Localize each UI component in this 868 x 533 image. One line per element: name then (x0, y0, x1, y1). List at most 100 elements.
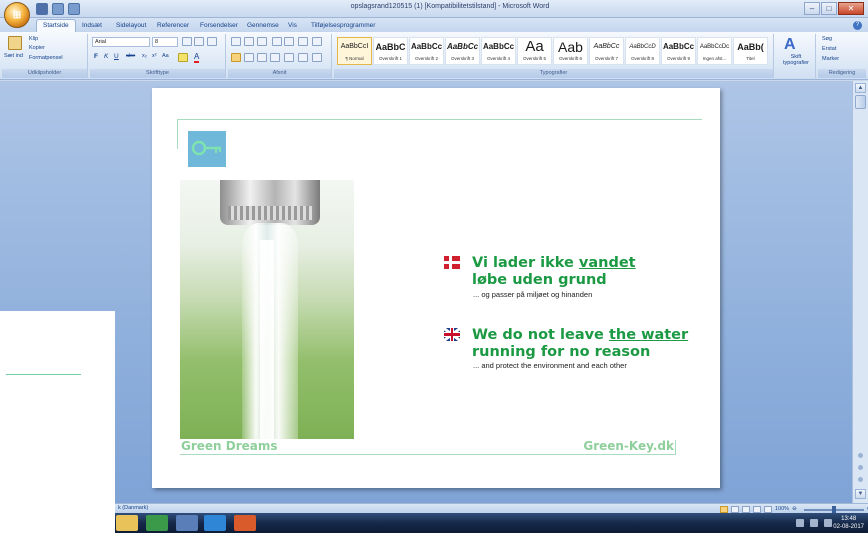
change-styles-icon[interactable]: A (784, 36, 796, 54)
print-layout-icon[interactable] (720, 506, 728, 513)
style-option[interactable]: AaBbCcDc Ingen afst... (697, 37, 732, 65)
strikethrough-icon[interactable]: abe (126, 53, 135, 59)
line-spacing-icon[interactable] (284, 53, 294, 62)
highlight-icon[interactable] (178, 53, 188, 62)
find-button[interactable]: Søg (822, 36, 832, 42)
bold-icon[interactable]: F (94, 53, 98, 60)
network-icon[interactable] (810, 519, 818, 527)
shrink-font-icon[interactable] (194, 37, 204, 46)
bullets-icon[interactable] (231, 37, 241, 46)
powerpoint-icon[interactable] (234, 515, 256, 531)
office-button[interactable]: ⊞ (4, 2, 30, 28)
draft-view-icon[interactable] (764, 506, 772, 513)
clock-date: 02-08-2017 (833, 524, 864, 530)
pilcrow-icon[interactable] (312, 37, 322, 46)
redo-icon[interactable] (68, 3, 80, 15)
scroll-thumb[interactable] (855, 95, 866, 109)
browse-object-icon[interactable] (858, 465, 863, 470)
danish-underlined-word: vandet (578, 255, 636, 271)
key-logo (188, 131, 226, 167)
numbering-icon[interactable] (244, 37, 254, 46)
skype-icon[interactable] (204, 515, 226, 531)
full-screen-reading-icon[interactable] (731, 506, 739, 513)
style-option[interactable]: Aa Overskrift 5 (517, 37, 552, 65)
shading-icon[interactable] (298, 53, 308, 62)
subscript-icon[interactable]: x₂ (142, 53, 147, 59)
font-group-label: Skrifttype (90, 69, 225, 78)
taskbar: 13:48 02-08-2017 (0, 513, 868, 533)
change-styles-button[interactable]: Skift typografier (778, 54, 814, 66)
language-status[interactable]: k (Danmark) (118, 504, 148, 513)
tab-referencer[interactable]: Referencer (157, 20, 189, 32)
flag-icon[interactable] (796, 519, 804, 527)
change-case-icon[interactable]: Aa (162, 53, 169, 59)
style-option[interactable]: AaBbCcI ¶ Normal (337, 37, 372, 65)
copy-button[interactable]: Kopier (29, 45, 45, 51)
font-color-icon[interactable]: A (194, 52, 200, 63)
format-painter-button[interactable]: Formatpensel (29, 55, 63, 61)
tab-sidelayout[interactable]: Sidelayout (116, 20, 146, 32)
paste-icon[interactable] (8, 36, 22, 50)
web-layout-icon[interactable] (742, 506, 750, 513)
style-option[interactable]: AaBbCc Overskrift 3 (445, 37, 480, 65)
sort-icon[interactable] (298, 37, 308, 46)
style-option[interactable]: AaBb(Titel (733, 37, 768, 65)
borders-icon[interactable] (312, 53, 322, 62)
style-option[interactable]: AaBbCcD Overskrift 8 (625, 37, 660, 65)
style-option[interactable]: AaBbCc Overskrift 2 (409, 37, 444, 65)
help-icon[interactable]: ? (853, 21, 862, 30)
water-tap-photo (180, 180, 354, 439)
replace-button[interactable]: Erstat (822, 46, 836, 52)
change-styles-group: A Skift typografier (776, 34, 816, 78)
volume-icon[interactable] (824, 519, 832, 527)
close-button[interactable]: ✕ (838, 2, 864, 15)
maximize-button[interactable]: □ (821, 2, 837, 15)
tab-indsaet[interactable]: Indsæt (82, 20, 102, 32)
align-right-icon[interactable] (257, 53, 267, 62)
file-explorer-icon[interactable] (116, 515, 138, 531)
outline-view-icon[interactable] (753, 506, 761, 513)
justify-icon[interactable] (270, 53, 280, 62)
font-name-field[interactable]: Arial (92, 37, 150, 47)
scroll-up-button[interactable]: ▲ (855, 83, 866, 93)
tab-vis[interactable]: Vis (288, 20, 297, 32)
document-page[interactable]: Vi lader ikke vandet løbe uden grund ...… (152, 88, 720, 488)
previous-page-icon[interactable] (858, 453, 863, 458)
clock[interactable]: 13:48 02-08-2017 (833, 515, 864, 531)
multilevel-list-icon[interactable] (257, 37, 267, 46)
next-page-icon[interactable] (858, 477, 863, 482)
tab-startside[interactable]: Startside (36, 19, 76, 32)
english-headline-line1: We do not leave the water (472, 327, 689, 343)
style-option[interactable]: AaBbC Overskrift 1 (373, 37, 408, 65)
tab-tilfoejelsesprogrammer[interactable]: Tilføjelsesprogrammer (311, 20, 375, 32)
minimize-button[interactable]: – (804, 2, 820, 15)
decrease-indent-icon[interactable] (272, 37, 282, 46)
select-button[interactable]: Marker (822, 56, 839, 62)
save-icon[interactable] (36, 3, 48, 15)
style-option[interactable]: Aab Overskrift 6 (553, 37, 588, 65)
tab-forsendelser[interactable]: Forsendelser (200, 20, 238, 32)
clear-format-icon[interactable] (207, 37, 217, 46)
document-app-icon[interactable] (176, 515, 198, 531)
increase-indent-icon[interactable] (284, 37, 294, 46)
underline-icon[interactable]: U (114, 53, 119, 60)
style-option[interactable]: AaBbCc Overskrift 4 (481, 37, 516, 65)
align-center-icon[interactable] (244, 53, 254, 62)
cut-button[interactable]: Klip (29, 36, 38, 42)
undo-icon[interactable] (52, 3, 64, 15)
vertical-scrollbar[interactable]: ▲ ▼ (852, 81, 868, 503)
excel-icon[interactable] (146, 515, 168, 531)
tab-gennemse[interactable]: Gennemse (247, 20, 279, 32)
align-left-icon[interactable] (231, 53, 241, 62)
paste-button[interactable]: Sæt ind (4, 53, 23, 59)
style-option[interactable]: AaBbCc Overskrift 7 (589, 37, 624, 65)
grow-font-icon[interactable] (182, 37, 192, 46)
superscript-icon[interactable]: x² (152, 53, 157, 59)
scroll-down-button[interactable]: ▼ (855, 489, 866, 499)
style-sample: AaBb( (737, 42, 764, 52)
style-name: Overskrift 8 (630, 56, 654, 61)
zoom-slider[interactable] (803, 505, 864, 514)
style-option[interactable]: AaBbCc Overskrift 9 (661, 37, 696, 65)
italic-icon[interactable]: K (104, 53, 108, 60)
font-size-field[interactable]: 8 (152, 37, 178, 47)
